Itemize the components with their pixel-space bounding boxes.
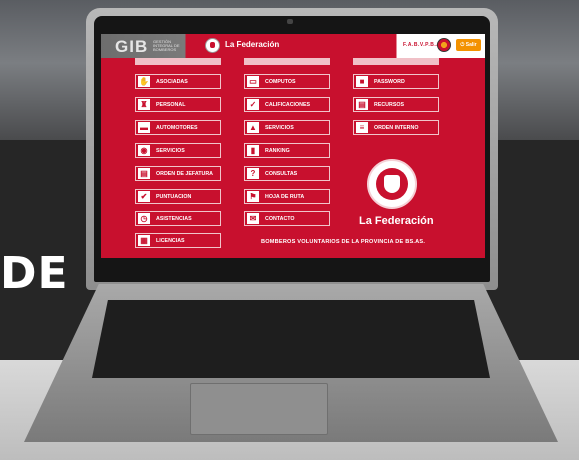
app-screen: GIB GESTIÓN INTEGRAL DE BOMBEROS La Fede… xyxy=(101,34,485,258)
menu-orden-jefatura-button[interactable]: ▤ ORDEN DE JEFATURA xyxy=(135,166,221,181)
menu-calificaciones-button[interactable]: ✓ CALIFICACIONES xyxy=(244,97,330,112)
column-header-3 xyxy=(353,58,439,65)
menu-orden-interno-button[interactable]: ≡ ORDEN INTERNO xyxy=(353,120,439,135)
exit-button-label: Salir xyxy=(465,42,477,48)
menu-label: SERVICIOS xyxy=(156,147,185,154)
menu-contacto-button[interactable]: ✉ CONTACTO xyxy=(244,211,330,226)
calendar-icon: ▦ xyxy=(138,235,150,246)
menu-label: COMPUTOS xyxy=(265,78,296,85)
menu-label: CONTACTO xyxy=(265,215,295,222)
menu-asistencias-button[interactable]: ◷ ASISTENCIAS xyxy=(135,211,221,226)
app-logo-subtitle: GESTIÓN INTEGRAL DE BOMBEROS xyxy=(153,39,180,52)
menu-recursos-button[interactable]: ▤ RECURSOS xyxy=(353,97,439,112)
column-header-1 xyxy=(135,58,221,65)
webcam-icon xyxy=(287,19,293,24)
menu-label: RANKING xyxy=(265,147,290,154)
clock-icon: ◷ xyxy=(138,213,150,224)
org-name: La Federación xyxy=(359,215,434,227)
envelope-icon: ✉ xyxy=(247,213,259,224)
check-circle-icon: ✓ xyxy=(247,99,259,110)
menu-puntuacion-button[interactable]: ✔ PUNTUACION xyxy=(135,189,221,204)
menu-label: ASISTENCIAS xyxy=(156,215,192,222)
menu-label: ORDEN DE JEFATURA xyxy=(156,170,213,177)
footer-text: BOMBEROS VOLUNTARIOS DE LA PROVINCIA DE … xyxy=(261,239,426,245)
menu-hoja-de-ruta-button[interactable]: ⚑ HOJA DE RUTA xyxy=(244,189,330,204)
route-icon: ⚑ xyxy=(247,191,259,202)
document-icon: ▤ xyxy=(138,168,150,179)
app-logo: GIB xyxy=(115,37,149,56)
menu-label: AUTOMOTORES xyxy=(156,124,198,131)
exit-button[interactable]: ⏻ Salir xyxy=(456,39,481,51)
federation-logo-icon xyxy=(205,38,220,53)
menu-servicios-button[interactable]: ◉ SERVICIOS xyxy=(135,143,221,158)
fire-alert-icon: ▲ xyxy=(247,122,259,133)
menu-label: PERSONAL xyxy=(156,101,186,108)
document-icon: ▤ xyxy=(356,99,368,110)
menu-label: CALIFICACIONES xyxy=(265,101,311,108)
menu-label: CONSULTAS xyxy=(265,170,298,177)
menu-automotores-button[interactable]: ▬ AUTOMOTORES xyxy=(135,120,221,135)
org-seal-icon xyxy=(437,38,451,52)
menu-consultas-button[interactable]: ? CONSULTAS xyxy=(244,166,330,181)
menu-label: LICENCIAS xyxy=(156,237,185,244)
menu-label: SERVICIOS xyxy=(265,124,294,131)
lock-icon: ■ xyxy=(356,76,368,87)
menu-password-button[interactable]: ■ PASSWORD xyxy=(353,74,439,89)
menu-computos-button[interactable]: ▭ COMPUTOS xyxy=(244,74,330,89)
monitor-icon: ▭ xyxy=(247,76,259,87)
menu-label: ASOCIADAS xyxy=(156,78,188,85)
laptop-touchpad xyxy=(190,383,328,435)
federation-seal-icon xyxy=(367,159,417,209)
siren-icon: ◉ xyxy=(138,145,150,156)
question-icon: ? xyxy=(247,168,259,179)
menu-label: ORDEN INTERNO xyxy=(374,124,419,131)
column-header-2 xyxy=(244,58,330,65)
bar-chart-icon: ▮ xyxy=(247,145,259,156)
brand-title: La Federación xyxy=(225,40,280,49)
menu-personal-button[interactable]: ♜ PERSONAL xyxy=(135,97,221,112)
menu-licencias-button[interactable]: ▦ LICENCIAS xyxy=(135,233,221,248)
laptop-keyboard xyxy=(92,300,490,378)
menu-label: PUNTUACION xyxy=(156,193,192,200)
menu-asociadas-button[interactable]: ✋ ASOCIADAS xyxy=(135,74,221,89)
menu-label: RECURSOS xyxy=(374,101,405,108)
firefighter-icon: ♜ xyxy=(138,99,150,110)
menu-label: HOJA DE RUTA xyxy=(265,193,305,200)
firetruck-icon: ▬ xyxy=(138,122,150,133)
menu-ranking-button[interactable]: ▮ RANKING xyxy=(244,143,330,158)
background-text: DE xyxy=(0,248,69,299)
menu-label: PASSWORD xyxy=(374,78,405,85)
handshake-icon: ✋ xyxy=(138,76,150,87)
thumbs-up-icon: ✔ xyxy=(138,191,150,202)
menu-servicios-2-button[interactable]: ▲ SERVICIOS xyxy=(244,120,330,135)
list-icon: ≡ xyxy=(356,122,368,133)
